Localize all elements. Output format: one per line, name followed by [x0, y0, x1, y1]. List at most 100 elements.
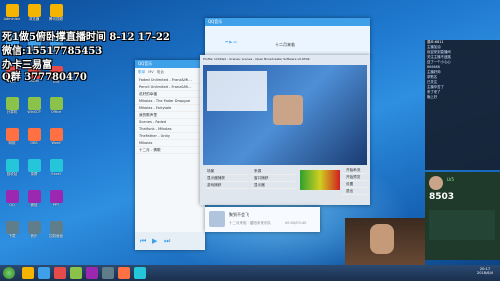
song-row[interactable]: Mikolas	[135, 140, 205, 147]
song-row[interactable]: Faded Unlimited - Franz&Mi...	[135, 77, 205, 84]
obs-buttons: 开始串流 开始预览 设置 退出	[342, 167, 367, 195]
prev-icon[interactable]: ⏮	[140, 237, 146, 246]
desktop-icon[interactable]: 微信	[24, 190, 44, 208]
playback-time: 00:00/03:40	[285, 221, 307, 225]
app-icon	[27, 4, 41, 17]
now-playing-song: 十二月来临 · 晨阳未来乐队	[229, 221, 271, 225]
scene-item[interactable]: 游戏捕获	[203, 182, 248, 189]
live-chat-panel: 观众:6811 主播加油 欢迎来到直播间 关注主播不迷路 送了一个小心心 666666 主…	[425, 40, 500, 170]
start-button[interactable]	[3, 267, 15, 279]
album-art	[209, 211, 225, 227]
music-player-title: QQ音乐	[135, 60, 205, 68]
next-icon[interactable]: ⏭	[164, 237, 170, 246]
settings-button[interactable]: 设置	[342, 181, 367, 188]
obs-window[interactable]: Profile: Untitled - Scenes: scenes - Ope…	[200, 55, 370, 205]
stream-schedule-text: 死1做5俯卧撑直播时间 8-12 17-22	[2, 32, 170, 43]
desktop-icon[interactable]: Office	[46, 97, 66, 115]
desktop-icon[interactable]: 计算机	[2, 97, 22, 115]
desktop-icon-label: 腾讯视频	[49, 17, 63, 21]
desktop-icon-label: QQ	[9, 203, 15, 207]
now-playing-bar[interactable]: 聚到不会飞 十二月来临 · 晨阳未来乐队 00:00/03:40	[205, 207, 320, 232]
taskbar-app-icon[interactable]	[134, 267, 146, 279]
song-row[interactable]: Pencil Unlimited - Franz&Mi...	[135, 84, 205, 91]
desktop-icon[interactable]: 回收站	[2, 159, 22, 177]
song-row[interactable]: Mikolas - The Fader Dropgue	[135, 98, 205, 105]
preview-button[interactable]: 开始预览	[342, 174, 367, 181]
top-music-player[interactable]: QQ音乐 ⏮ ▶ ⏭ 十二月来临	[205, 18, 370, 58]
now-playing-title: 聚到不会飞	[229, 212, 249, 217]
taskbar-app-icon[interactable]	[70, 267, 82, 279]
top-player-title: QQ音乐	[205, 18, 370, 26]
desktop-icon-label: Administr	[3, 17, 21, 21]
obs-title: Profile: Untitled - Scenes: scenes - Ope…	[200, 55, 370, 63]
avatar	[429, 176, 443, 190]
desktop-icon-label: 回收站	[6, 172, 18, 176]
taskbar-app-icon[interactable]	[118, 267, 130, 279]
song-row[interactable]: 我的歌声里	[135, 112, 205, 119]
obs-preview	[203, 65, 367, 165]
desktop-icon-label: WinSCP	[27, 110, 41, 114]
wechat-text: 微信:15517785453	[2, 46, 103, 57]
taskbar-explorer-icon[interactable]	[22, 267, 34, 279]
next-icon[interactable]: ⏭	[233, 40, 236, 44]
song-row[interactable]: Mikolas - Fairytale	[135, 105, 205, 112]
app-icon	[5, 190, 19, 203]
source-item[interactable]: 显示器	[250, 182, 295, 189]
desktop-icon-label: Word	[51, 141, 61, 145]
app-icon	[49, 97, 63, 110]
desktop-icon-label: 音乐	[30, 234, 38, 238]
source-item[interactable]: 窗口捕获	[250, 175, 295, 182]
scene-item[interactable]: 显示器捕获	[203, 175, 248, 182]
taskbar-app-icon[interactable]	[54, 267, 66, 279]
desktop-icon[interactable]: 控制面板	[46, 221, 66, 239]
desktop-icon[interactable]: 浏览器	[24, 4, 44, 22]
sources-panel: 来源 窗口捕获 显示器	[250, 168, 295, 189]
desktop-icon[interactable]: WinSCP	[24, 97, 44, 115]
exit-button[interactable]: 退出	[342, 188, 367, 195]
desktop-icon[interactable]: 录屏	[24, 159, 44, 177]
app-icon	[27, 128, 41, 141]
desktop-icon[interactable]: QQ	[2, 190, 22, 208]
song-row[interactable]: Thaifunk - Mikolas	[135, 126, 205, 133]
desktop-icon[interactable]: Administr	[2, 4, 22, 22]
preview-window	[207, 71, 267, 111]
song-row[interactable]: 十二月 - 情歌	[135, 147, 205, 154]
app-icon	[27, 190, 41, 203]
app-icon	[49, 128, 63, 141]
desktop-icon-label: 录屏	[30, 172, 38, 176]
taskbar-browser-icon[interactable]	[38, 267, 50, 279]
webcam-overlay	[345, 218, 425, 265]
desktop-icon-label: PPT	[52, 203, 60, 207]
song-row[interactable]: 说好的幸福	[135, 91, 205, 98]
taskbar-app-icon[interactable]	[86, 267, 98, 279]
score-value: 8503	[429, 192, 455, 202]
app-icon	[5, 4, 19, 17]
song-row[interactable]: Scenes - Faded	[135, 119, 205, 126]
qq-group-text: Q群 377780470	[2, 72, 87, 83]
desktop-icon[interactable]: OBS	[24, 128, 44, 146]
gift-grid	[429, 210, 495, 240]
taskbar-app-icon[interactable]	[102, 267, 114, 279]
play-icon[interactable]: ▶	[152, 237, 157, 245]
desktop-icon[interactable]: PPT	[46, 190, 66, 208]
player-controls: ⏮ ▶ ⏭	[135, 232, 205, 250]
music-player-window[interactable]: QQ音乐 歌单 MV 电台 Faded Unlimited - Franz&Mi…	[135, 60, 205, 250]
app-icon	[27, 221, 41, 234]
tab-mv[interactable]: MV	[148, 70, 154, 75]
desktop-icon[interactable]: 网络	[2, 128, 22, 146]
desktop-icon-label: 微信	[30, 203, 38, 207]
desktop-icon[interactable]: 腾讯视频	[46, 4, 66, 22]
play-icon[interactable]: ▶	[229, 40, 232, 44]
desktop-icon[interactable]: 音乐	[24, 221, 44, 239]
desktop-icon-label: OBS	[30, 141, 38, 145]
prev-icon[interactable]: ⏮	[225, 40, 228, 44]
desktop-icon[interactable]: Excel	[46, 159, 66, 177]
streamer-panel: LV5 8503	[425, 172, 500, 260]
song-row[interactable]: TheFather - Unity	[135, 133, 205, 140]
tab-radio[interactable]: 电台	[157, 70, 164, 75]
start-stream-button[interactable]: 开始串流	[342, 167, 367, 174]
desktop-icon[interactable]: Word	[46, 128, 66, 146]
tab-playlist[interactable]: 歌单	[138, 70, 145, 75]
desktop-icon[interactable]: 下载	[2, 221, 22, 239]
desktop: Administr QQ互联 文档 计算机 网络 回收站 QQ 下载 浏览器 360 Xshell W…	[0, 0, 500, 265]
